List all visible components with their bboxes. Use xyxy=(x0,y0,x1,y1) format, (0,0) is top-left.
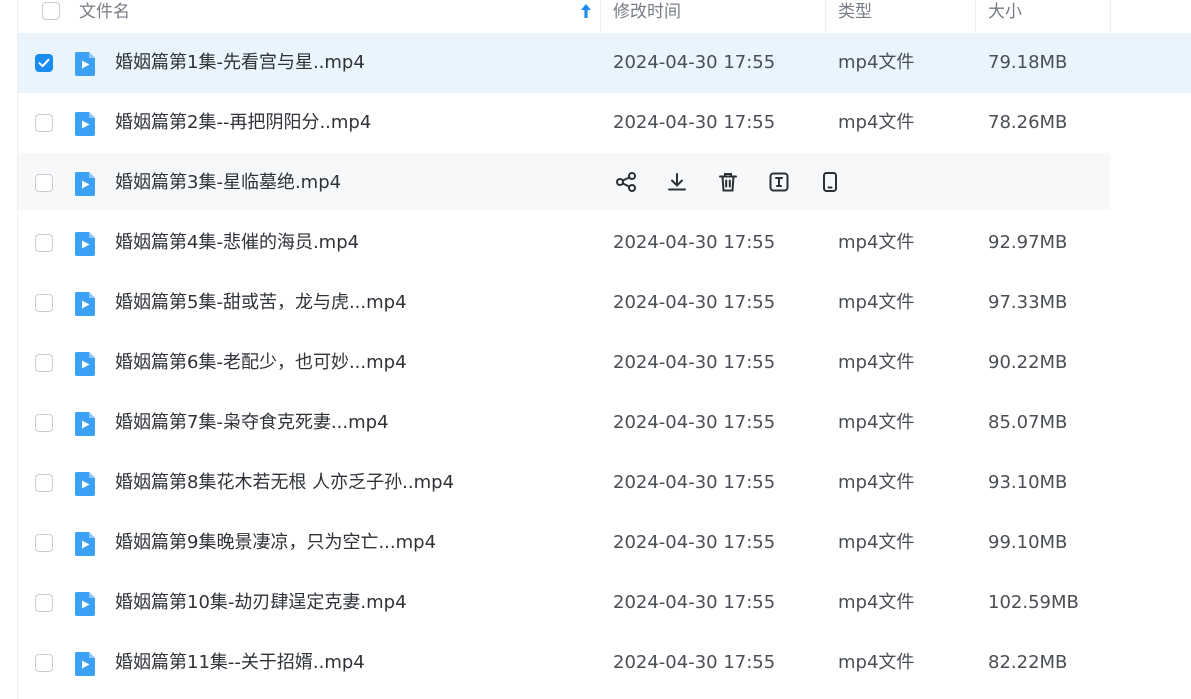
file-name[interactable]: 婚姻篇第9集晚景凄凉，只为空亡...mp4 xyxy=(115,513,436,573)
header-modified[interactable]: 修改时间 xyxy=(613,0,681,32)
row-checkbox[interactable] xyxy=(35,474,53,492)
file-size: 93.10MB xyxy=(988,472,1068,493)
table-row[interactable]: 婚姻篇第9集晚景凄凉，只为空亡...mp4 2024-04-30 17:55 mp4… xyxy=(18,513,1110,573)
video-file-icon xyxy=(73,171,97,197)
select-all-checkbox[interactable] xyxy=(42,2,60,20)
header-separator xyxy=(600,0,601,32)
file-type: mp4文件 xyxy=(838,232,915,253)
file-size: 97.33MB xyxy=(988,292,1068,313)
video-file-icon xyxy=(73,651,97,677)
file-name[interactable]: 婚姻篇第6集-老配少，也可妙...mp4 xyxy=(115,333,407,393)
video-file-icon xyxy=(73,111,97,137)
file-size: 102.59MB xyxy=(988,592,1079,613)
row-checkbox[interactable] xyxy=(35,294,53,312)
file-name[interactable]: 婚姻篇第4集-悲催的海员.mp4 xyxy=(115,213,359,273)
header-size[interactable]: 大小 xyxy=(988,0,1022,32)
row-checkbox[interactable] xyxy=(35,354,53,372)
file-name[interactable]: 婚姻篇第5集-甜或苦，龙与虎...mp4 xyxy=(115,273,407,333)
file-modified-time: 2024-04-30 17:55 xyxy=(613,412,776,433)
phone-icon[interactable] xyxy=(818,170,842,194)
video-file-icon xyxy=(73,351,97,377)
file-size: 92.97MB xyxy=(988,232,1068,253)
file-size: 90.22MB xyxy=(988,352,1068,373)
download-icon[interactable] xyxy=(665,170,689,194)
row-checkbox[interactable] xyxy=(35,414,53,432)
row-checkbox[interactable] xyxy=(35,114,53,132)
video-file-icon xyxy=(73,411,97,437)
file-name[interactable]: 婚姻篇第8集花木若无根 人亦乏子孙..mp4 xyxy=(115,453,454,513)
video-file-icon xyxy=(73,231,97,257)
rename-icon[interactable] xyxy=(767,170,791,194)
file-modified-time: 2024-04-30 17:55 xyxy=(613,52,776,73)
table-row[interactable]: 婚姻篇第5集-甜或苦，龙与虎...mp4 2024-04-30 17:55 mp4文… xyxy=(18,273,1110,333)
file-size: 85.07MB xyxy=(988,412,1068,433)
file-type: mp4文件 xyxy=(838,52,915,73)
row-checkbox[interactable] xyxy=(35,534,53,552)
table-row[interactable]: 婚姻篇第6集-老配少，也可妙...mp4 2024-04-30 17:55 mp4文… xyxy=(18,333,1110,393)
file-name[interactable]: 婚姻篇第2集--再把阴阳分..mp4 xyxy=(115,93,371,153)
video-file-icon xyxy=(73,531,97,557)
file-modified-time: 2024-04-30 17:55 xyxy=(613,112,776,133)
delete-icon[interactable] xyxy=(716,170,740,194)
file-type: mp4文件 xyxy=(838,592,915,613)
file-type: mp4文件 xyxy=(838,412,915,433)
file-modified-time: 2024-04-30 17:55 xyxy=(613,292,776,313)
file-type: mp4文件 xyxy=(838,352,915,373)
table-row[interactable]: 婚姻篇第11集--关于招婿..mp4 2024-04-30 17:55 mp4文件 8… xyxy=(18,633,1110,693)
row-checkbox[interactable] xyxy=(35,594,53,612)
header-separator xyxy=(1110,0,1111,32)
table-row[interactable]: 婚姻篇第8集花木若无根 人亦乏子孙..mp4 2024-04-30 17:55 mp… xyxy=(18,453,1110,513)
file-modified-time: 2024-04-30 17:55 xyxy=(613,592,776,613)
file-modified-time: 2024-04-30 17:55 xyxy=(613,352,776,373)
header-separator xyxy=(975,0,976,32)
file-type: mp4文件 xyxy=(838,112,915,133)
file-size: 79.18MB xyxy=(988,52,1068,73)
list-header: 文件名 修改时间 类型 大小 xyxy=(18,0,1111,32)
file-modified-time: 2024-04-30 17:55 xyxy=(613,532,776,553)
table-row[interactable]: 婚姻篇第4集-悲催的海员.mp4 2024-04-30 17:55 mp4文件 92.… xyxy=(18,213,1110,273)
file-size: 82.22MB xyxy=(988,652,1068,673)
header-name[interactable]: 文件名 xyxy=(79,0,130,32)
file-modified-time: 2024-04-30 17:55 xyxy=(613,652,776,673)
file-modified-time: 2024-04-30 17:55 xyxy=(613,232,776,253)
file-name[interactable]: 婚姻篇第7集-枭夺食克死妻...mp4 xyxy=(115,393,389,453)
file-size: 78.26MB xyxy=(988,112,1068,133)
file-type: mp4文件 xyxy=(838,652,915,673)
row-checkbox[interactable] xyxy=(35,54,53,72)
file-name[interactable]: 婚姻篇第11集--关于招婿..mp4 xyxy=(115,633,365,693)
header-type[interactable]: 类型 xyxy=(838,0,872,32)
file-type: mp4文件 xyxy=(838,472,915,493)
table-row[interactable]: 婚姻篇第3集-星临墓绝.mp4 xyxy=(18,153,1110,210)
file-size: 99.10MB xyxy=(988,532,1068,553)
file-list: 文件名 修改时间 类型 大小 婚姻篇第1集-先看宫与星..mp4 2024-04-… xyxy=(0,0,1191,699)
table-row[interactable]: 婚姻篇第2集--再把阴阳分..mp4 2024-04-30 17:55 mp4文件 7… xyxy=(18,93,1110,153)
file-name[interactable]: 婚姻篇第3集-星临墓绝.mp4 xyxy=(115,153,341,213)
file-name[interactable]: 婚姻篇第1集-先看宫与星..mp4 xyxy=(115,33,365,93)
table-row[interactable]: 婚姻篇第1集-先看宫与星..mp4 2024-04-30 17:55 mp4文件 79… xyxy=(18,33,1191,93)
file-modified-time: 2024-04-30 17:55 xyxy=(613,472,776,493)
video-file-icon xyxy=(73,51,97,77)
table-row[interactable]: 婚姻篇第7集-枭夺食克死妻...mp4 2024-04-30 17:55 mp4文件… xyxy=(18,393,1110,453)
row-checkbox[interactable] xyxy=(35,234,53,252)
share-icon[interactable] xyxy=(614,170,638,194)
video-file-icon xyxy=(73,471,97,497)
header-separator xyxy=(825,0,826,32)
video-file-icon xyxy=(73,591,97,617)
file-type: mp4文件 xyxy=(838,292,915,313)
video-file-icon xyxy=(73,291,97,317)
file-type: mp4文件 xyxy=(838,532,915,553)
table-row[interactable]: 婚姻篇第10集-劫刃肆逞定克妻.mp4 2024-04-30 17:55 mp4文件… xyxy=(18,573,1110,633)
sort-ascending-arrow-icon[interactable] xyxy=(580,3,592,19)
file-name[interactable]: 婚姻篇第10集-劫刃肆逞定克妻.mp4 xyxy=(115,573,407,633)
row-checkbox[interactable] xyxy=(35,174,53,192)
row-checkbox[interactable] xyxy=(35,654,53,672)
